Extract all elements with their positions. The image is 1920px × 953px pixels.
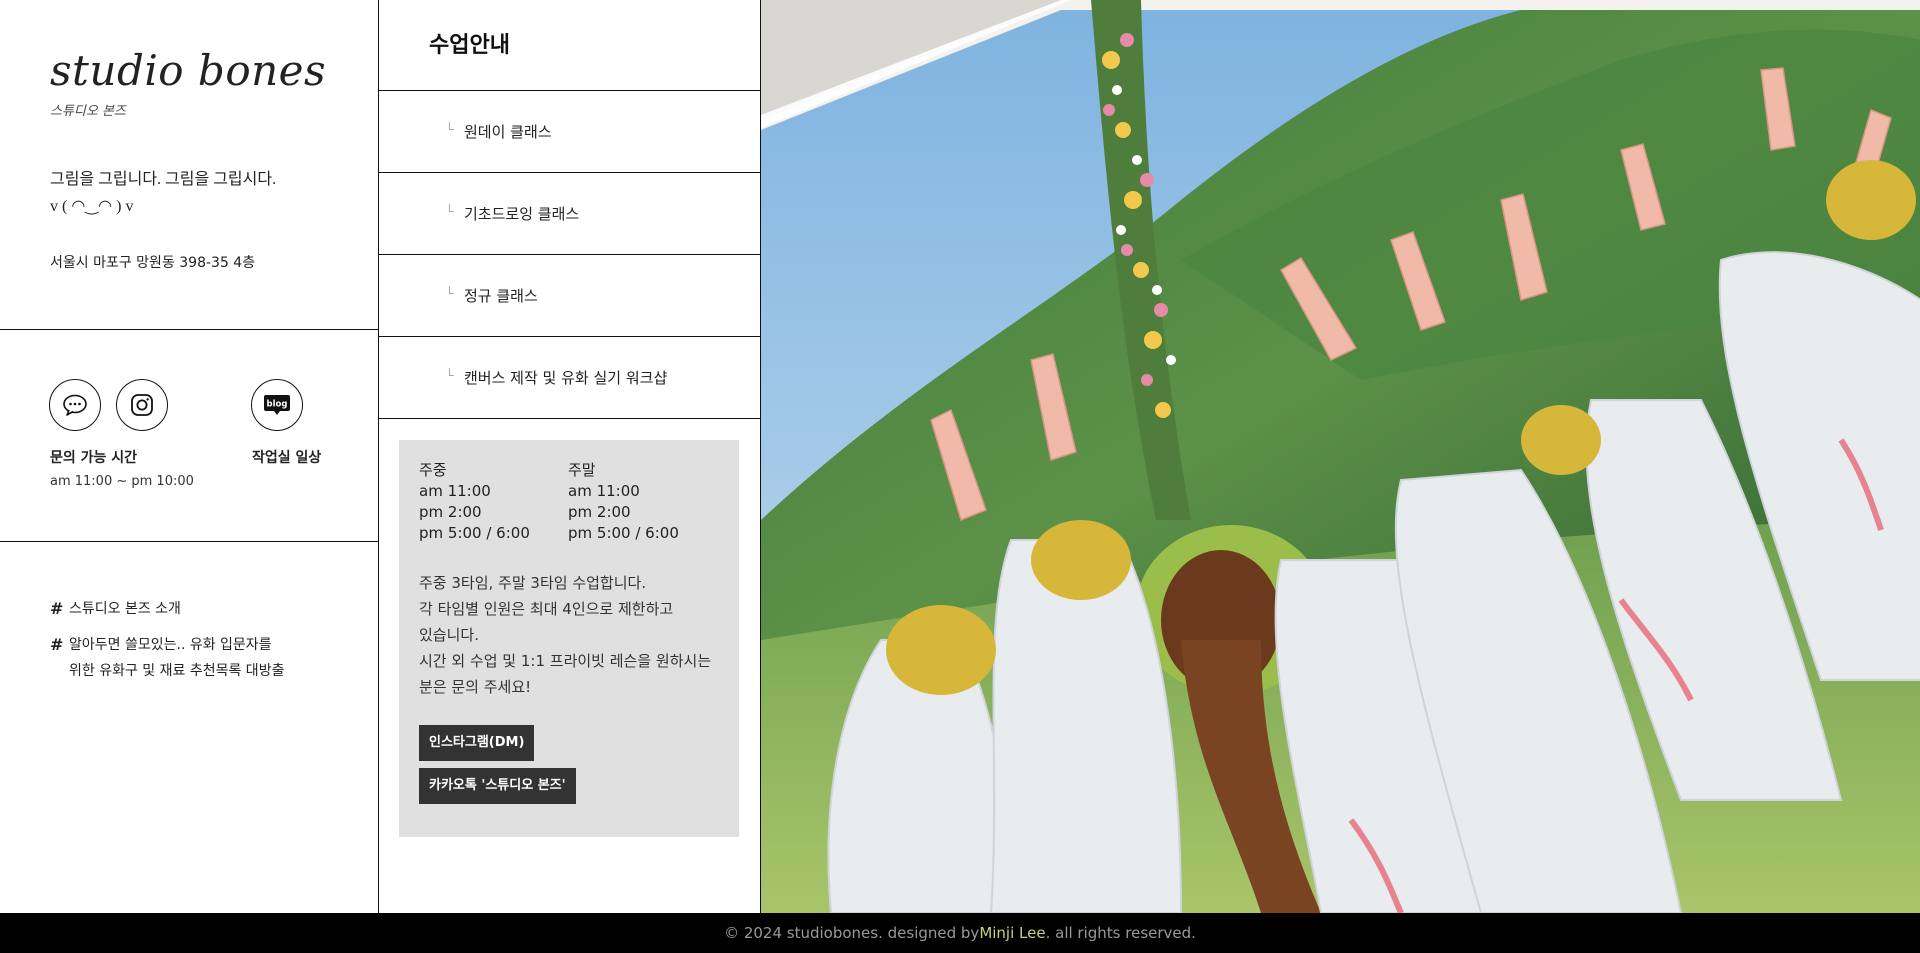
menu-item-regular-class[interactable]: └ 정규 클래스 <box>379 254 760 336</box>
weekday-column: 주중 am 11:00 pm 2:00 pm 5:00 / 6:00 <box>419 460 568 544</box>
menu-item-basic-drawing[interactable]: └ 기초드로잉 클래스 <box>379 172 760 254</box>
studio-address: 서울시 마포구 망원동 398-35 4층 <box>50 255 256 271</box>
menu-item-label: 캔버스 제작 및 유화 실기 워크샵 <box>464 369 668 387</box>
menu-item-canvas-workshop[interactable]: └ 캔버스 제작 및 유화 실기 워크샵 <box>379 336 760 419</box>
link-text[interactable]: 알아두면 쓸모있는.. 유화 입문자를 위한 유화구 및 재료 추천목록 대방출 <box>69 632 284 684</box>
contact-hours-label: 문의 가능 시간 <box>50 450 138 466</box>
menu-item-label: 원데이 클래스 <box>464 123 552 141</box>
brand-block[interactable]: studio bones 스튜디오 본즈 <box>50 50 326 120</box>
footer-author-link[interactable]: Minji Lee <box>979 924 1045 942</box>
blog-label[interactable]: 작업실 일상 <box>252 447 321 467</box>
note-line: 있습니다. <box>419 626 479 644</box>
site-footer: © 2024 studiobones. designed by Minji Le… <box>0 913 1920 953</box>
note-line: 분은 문의 주세요! <box>419 678 532 696</box>
link-text-line-1: 알아두면 쓸모있는.. 유화 입문자를 <box>69 637 272 653</box>
weekend-time: am 11:00 <box>568 482 640 500</box>
weekend-time: pm 2:00 <box>568 503 631 521</box>
instagram-dm-button[interactable]: 인스타그램(DM) <box>419 725 535 761</box>
note-line: 각 타임별 인원은 최대 4인으로 제한하고 <box>419 600 674 618</box>
weekday-time: pm 5:00 / 6:00 <box>419 524 530 542</box>
blog-icon-text: blog <box>267 400 288 410</box>
schedule-info-box: 주중 am 11:00 pm 2:00 pm 5:00 / 6:00 주말 am… <box>399 440 739 837</box>
instagram-icon[interactable] <box>116 379 168 431</box>
weekend-column: 주말 am 11:00 pm 2:00 pm 5:00 / 6:00 <box>568 460 717 544</box>
link-text-line-2: 위한 유화구 및 재료 추천목록 대방출 <box>69 663 285 679</box>
menu-title[interactable]: 수업안내 <box>429 27 510 59</box>
brand-subtitle: 스튜디오 본즈 <box>50 104 126 119</box>
footer-copyright: © 2024 studiobones. designed by <box>724 924 980 942</box>
menu-bullet-icon: └ <box>445 121 454 136</box>
menu-bullet-icon: └ <box>445 203 454 218</box>
menu-bullet-icon: └ <box>445 285 454 300</box>
kakaotalk-button[interactable]: 카카오톡 '스튜디오 본즈' <box>419 768 576 804</box>
tagline-line-2: v ( ◠‿◠ ) v <box>50 198 134 215</box>
tagline-line-1: 그림을 그립니다. 그림을 그립시다. <box>50 171 277 188</box>
chat-bubble-icon[interactable] <box>49 379 101 431</box>
brand-logo-text[interactable]: studio bones <box>50 50 326 92</box>
footer-rights: . all rights reserved. <box>1045 924 1196 942</box>
painting-illustration <box>761 0 1920 913</box>
class-menu-column: 수업안내 └ 원데이 클래스 └ 기초드로잉 클래스 └ 정규 클래스 └ 캔버… <box>379 0 760 913</box>
weekday-time: am 11:00 <box>419 482 491 500</box>
menu-item-label: 정규 클래스 <box>464 287 538 305</box>
tagline: 그림을 그립니다. 그림을 그립시다. v ( ◠‿◠ ) v <box>50 166 276 220</box>
section-divider <box>0 541 379 542</box>
link-materials-guide[interactable]: # 알아두면 쓸모있는.. 유화 입문자를 위한 유화구 및 재료 추천목록 대… <box>50 632 340 684</box>
menu-item-oneday-class[interactable]: └ 원데이 클래스 <box>379 90 760 172</box>
section-divider <box>0 329 379 330</box>
contact-hours-value: am 11:00 ~ pm 10:00 <box>50 474 194 489</box>
schedule-table: 주중 am 11:00 pm 2:00 pm 5:00 / 6:00 주말 am… <box>419 460 719 544</box>
note-line: 주중 3타임, 주말 3타임 수업합니다. <box>419 574 647 592</box>
weekend-time: pm 5:00 / 6:00 <box>568 524 679 542</box>
weekday-label: 주중 <box>419 461 447 479</box>
hero-painting-image <box>760 0 1920 913</box>
weekend-label: 주말 <box>568 461 596 479</box>
link-text[interactable]: 스튜디오 본즈 소개 <box>69 596 181 622</box>
note-line: 시간 외 수업 및 1:1 프라이빗 레슨을 원하시는 <box>419 652 712 670</box>
schedule-notes: 주중 3타임, 주말 3타임 수업합니다. 각 타임별 인원은 최대 4인으로 … <box>419 570 719 700</box>
menu-item-label: 기초드로잉 클래스 <box>464 205 580 223</box>
left-sidebar: studio bones 스튜디오 본즈 그림을 그립니다. 그림을 그립시다.… <box>0 0 379 913</box>
menu-bullet-icon: └ <box>445 367 454 382</box>
weekday-time: pm 2:00 <box>419 503 482 521</box>
hash-mark: # <box>50 635 64 654</box>
blog-icon[interactable]: blog <box>251 379 303 431</box>
hash-mark: # <box>50 599 64 618</box>
link-studio-intro[interactable]: # 스튜디오 본즈 소개 <box>50 596 340 622</box>
